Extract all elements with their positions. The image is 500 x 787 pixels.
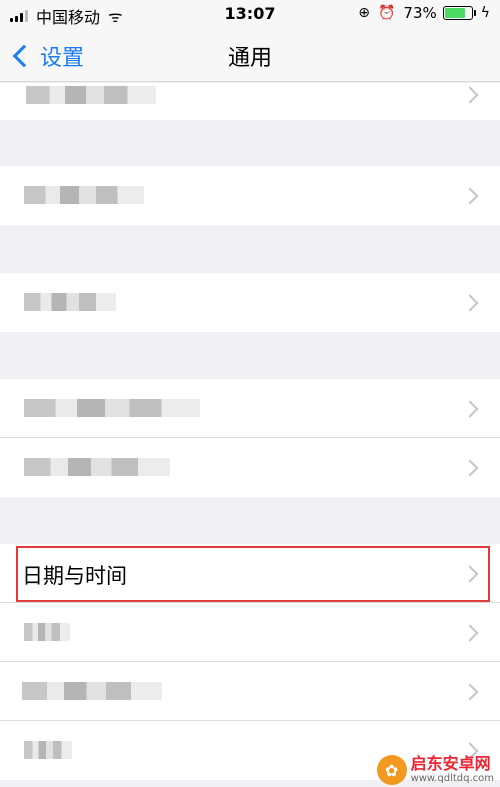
blurred-label [24, 399, 200, 417]
battery-tip [473, 10, 476, 16]
settings-group-2 [0, 166, 500, 225]
charging-icon: ϟ [480, 5, 490, 21]
rotation-lock-icon: ⊕ [358, 5, 370, 21]
blurred-label [24, 186, 144, 204]
chevron-right-icon [461, 86, 479, 104]
highlight-box [16, 546, 490, 602]
blurred-label [22, 682, 162, 700]
chevron-right-icon [461, 294, 479, 312]
settings-row-blurred[interactable] [0, 166, 500, 225]
settings-group-4 [0, 379, 500, 497]
watermark: ✿ 启东安卓网 www.qdltdq.com [376, 754, 494, 785]
settings-group-1 [0, 83, 500, 120]
chevron-right-icon [461, 459, 479, 477]
settings-row-blurred[interactable] [0, 438, 500, 497]
chevron-right-icon [461, 187, 479, 205]
battery-percent: 73% [403, 4, 437, 22]
navigation-bar: 设置 通用 [0, 28, 500, 82]
blurred-label [26, 86, 156, 104]
settings-row-blurred[interactable] [0, 603, 500, 662]
settings-row-blurred[interactable] [0, 379, 500, 438]
settings-row-blurred[interactable] [0, 662, 500, 721]
status-right: ⊕ ⏰ 73% ϟ [358, 4, 490, 22]
chevron-right-icon [461, 400, 479, 418]
status-bar: 中国移动 ᯤ 13:07 ⊕ ⏰ 73% ϟ [0, 0, 500, 28]
watermark-logo-icon: ✿ [376, 755, 407, 785]
settings-row-blurred[interactable] [0, 83, 500, 120]
battery-icon [442, 6, 473, 20]
watermark-title: 启东安卓网 [410, 754, 491, 773]
settings-row-blurred[interactable] [0, 273, 500, 332]
alarm-icon: ⏰ [377, 5, 396, 21]
page-title: 通用 [227, 46, 272, 71]
settings-group-3 [0, 273, 500, 332]
blurred-label [24, 293, 116, 311]
chevron-right-icon [461, 624, 479, 642]
blurred-label [24, 458, 170, 476]
chevron-right-icon [461, 683, 479, 701]
watermark-url: www.qdltdq.com [410, 773, 494, 784]
blurred-label [24, 741, 72, 759]
blurred-label [24, 623, 70, 641]
